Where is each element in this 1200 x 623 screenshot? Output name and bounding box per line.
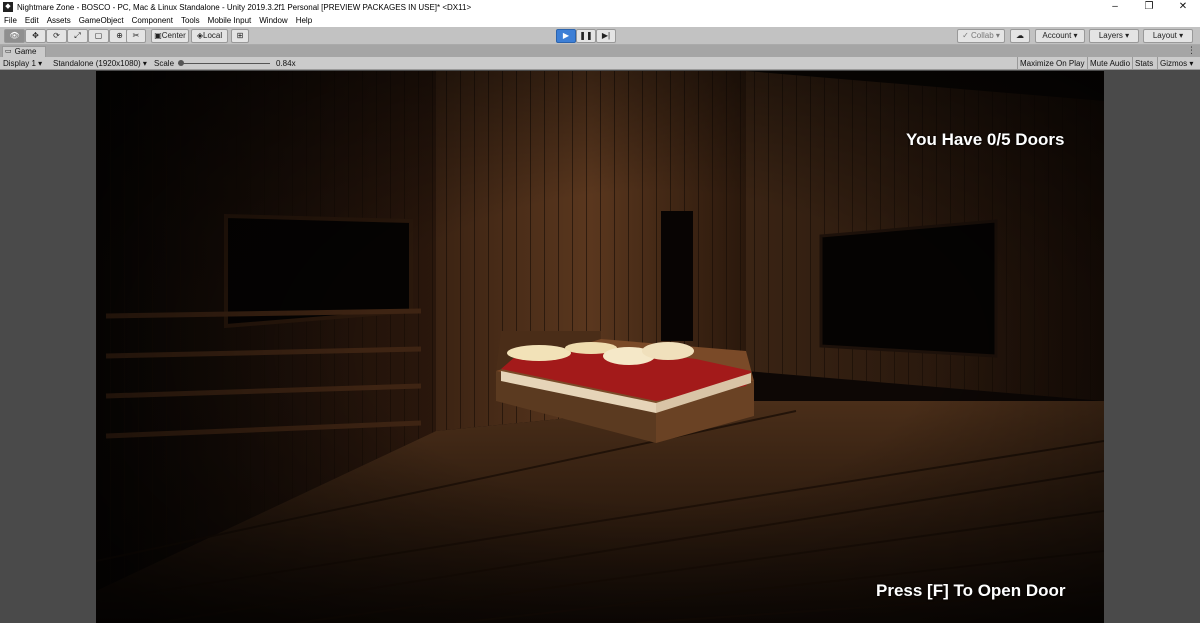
rotate-icon: ⟳ [53,31,60,40]
pivot-center-button[interactable]: ▣Center [151,29,189,43]
account-label: Account [1042,31,1072,40]
scale-value: 0.84x [276,59,296,68]
window-controls: – ❐ ✕ [1098,0,1200,14]
menu-help[interactable]: Help [296,16,312,25]
eye-icon: 👁 [9,31,20,40]
game-viewport[interactable]: You Have 0/5 Doors Press [F] To Open Doo… [96,71,1104,623]
scale-slider-track[interactable] [178,63,270,64]
game-view-toolbar: Display 1 ▾ Standalone (1920x1080) ▾ Sca… [0,57,1200,70]
gizmos-dropdown[interactable]: Gizmos ▾ [1157,57,1195,70]
collab-label: Collab [971,31,994,40]
pause-icon: ❚❚ [579,31,593,40]
menu-assets[interactable]: Assets [47,16,71,25]
play-button[interactable]: ▶ [556,29,576,43]
display-dropdown[interactable]: Display 1 ▾ [3,58,42,69]
tab-row: ▭ Game ⋮ [0,45,1200,57]
unity-logo-icon: ◆ [3,2,13,12]
collab-button[interactable]: ✓ Collab ▾ [957,29,1005,43]
scale-tool-button[interactable]: ⤢ [67,29,88,43]
tools-icon: ✂ [132,31,140,40]
menu-bar: File Edit Assets GameObject Component To… [0,14,1200,27]
resolution-dropdown[interactable]: Standalone (1920x1080) ▾ [53,58,147,69]
display-label: Display 1 [3,59,36,68]
step-icon: ▶| [601,31,611,40]
grid-snap-button[interactable]: ⊞ [231,29,249,43]
menu-tools[interactable]: Tools [181,16,200,25]
main-toolbar: 👁 ✥ ⟳ ⤢ ▢ ⊕ ✂ ▣Center ◈Local ⊞ ▶ ❚❚ ▶| ✓… [0,27,1200,45]
cloud-button[interactable]: ☁ [1010,29,1030,43]
restore-button[interactable]: ❐ [1132,0,1166,14]
grid-icon: ⊞ [236,31,244,40]
resolution-label: Standalone (1920x1080) [53,59,141,68]
menu-component[interactable]: Component [132,16,173,25]
rect-icon: ▢ [94,31,103,40]
gizmos-label: Gizmos [1160,59,1188,68]
space-label: Local [203,31,223,40]
play-icon: ▶ [562,31,570,40]
menu-gameobject[interactable]: GameObject [79,16,124,25]
close-button[interactable]: ✕ [1166,0,1200,14]
rect-tool-button[interactable]: ▢ [88,29,109,43]
pivot-local-button[interactable]: ◈Local [191,29,228,43]
move-arrows-icon: ✥ [32,31,39,40]
game-scene [96,71,1104,623]
pivot-label: Center [161,31,186,40]
scale-icon: ⤢ [74,31,81,40]
tab-game[interactable]: ▭ Game [2,46,46,57]
vignette-overlay [96,71,1104,623]
cloud-icon: ☁ [1016,31,1024,40]
stats-toggle[interactable]: Stats [1132,57,1155,70]
layers-label: Layers [1098,31,1123,40]
layout-label: Layout [1152,31,1177,40]
check-icon: ✓ [962,31,969,40]
pause-button[interactable]: ❚❚ [576,29,596,43]
move-tool-button[interactable]: ✥ [25,29,46,43]
tab-game-label: Game [14,47,37,56]
step-button[interactable]: ▶| [596,29,616,43]
scale-slider-handle[interactable] [178,60,184,66]
doors-counter-text: You Have 0/5 Doors [906,130,1065,149]
open-door-prompt: Press [F] To Open Door [876,581,1066,600]
maximize-on-play-toggle[interactable]: Maximize On Play [1017,57,1086,70]
pivot-icon: ▣ [154,31,162,40]
menu-file[interactable]: File [4,16,17,25]
window-titlebar: ◆ Nightmare Zone - BOSCO - PC, Mac & Lin… [0,0,1200,14]
tab-options-icon[interactable]: ⋮ [1187,45,1196,56]
scale-label: Scale [154,59,175,68]
menu-edit[interactable]: Edit [25,16,39,25]
transform-icon: ⊕ [116,31,123,40]
window-title: Nightmare Zone - BOSCO - PC, Mac & Linux… [17,2,472,12]
menu-window[interactable]: Window [259,16,287,25]
mute-audio-toggle[interactable]: Mute Audio [1087,57,1132,70]
game-controller-icon: ▭ [5,48,12,55]
hand-tool-button[interactable]: 👁 [4,29,25,43]
menu-mobile-input[interactable]: Mobile Input [208,16,252,25]
custom-tool-button[interactable]: ✂ [126,29,146,43]
rotate-tool-button[interactable]: ⟳ [46,29,67,43]
account-dropdown[interactable]: Account ▾ [1035,29,1085,43]
layers-dropdown[interactable]: Layers ▾ [1089,29,1139,43]
minimize-button[interactable]: – [1098,0,1132,14]
layout-dropdown[interactable]: Layout ▾ [1143,29,1193,43]
